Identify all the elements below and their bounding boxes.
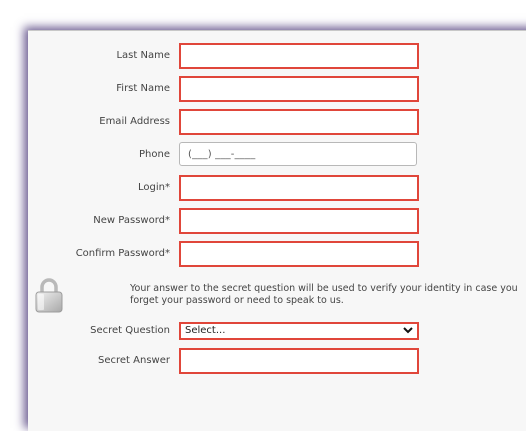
secret-question-value: Select... (185, 325, 226, 336)
phone-row: Phone (___) ___-____ (0, 142, 526, 168)
secret-answer-row: Secret Answer (0, 348, 526, 374)
first-name-field[interactable] (179, 76, 419, 102)
login-label: Login* (138, 182, 170, 193)
secret-question-label: Secret Question (90, 325, 170, 336)
phone-mask: (___) ___-____ (188, 149, 256, 160)
security-notice: Your answer to the secret question will … (130, 283, 518, 306)
last-name-row: Last Name (0, 43, 526, 69)
phone-label: Phone (139, 149, 170, 160)
secret-answer-field[interactable] (179, 348, 419, 374)
secret-question-select[interactable]: Select... (179, 322, 419, 340)
first-name-label: First Name (116, 83, 170, 94)
new-password-field[interactable] (179, 208, 419, 234)
lock-icon (34, 277, 64, 317)
email-row: Email Address (0, 109, 526, 135)
email-field[interactable] (179, 109, 419, 135)
last-name-field[interactable] (179, 43, 419, 69)
secret-question-row: Secret Question Select... (0, 322, 526, 348)
chevron-down-icon (403, 324, 413, 339)
first-name-row: First Name (0, 76, 526, 102)
new-password-label: New Password* (93, 215, 170, 226)
login-field[interactable] (179, 175, 419, 201)
confirm-password-field[interactable] (179, 241, 419, 267)
secret-answer-label: Secret Answer (98, 355, 170, 366)
last-name-label: Last Name (116, 50, 170, 61)
login-row: Login* (0, 175, 526, 201)
confirm-password-label: Confirm Password* (75, 248, 170, 259)
new-password-row: New Password* (0, 208, 526, 234)
phone-field[interactable]: (___) ___-____ (179, 142, 417, 166)
confirm-password-row: Confirm Password* (0, 241, 526, 267)
email-label: Email Address (99, 116, 170, 127)
